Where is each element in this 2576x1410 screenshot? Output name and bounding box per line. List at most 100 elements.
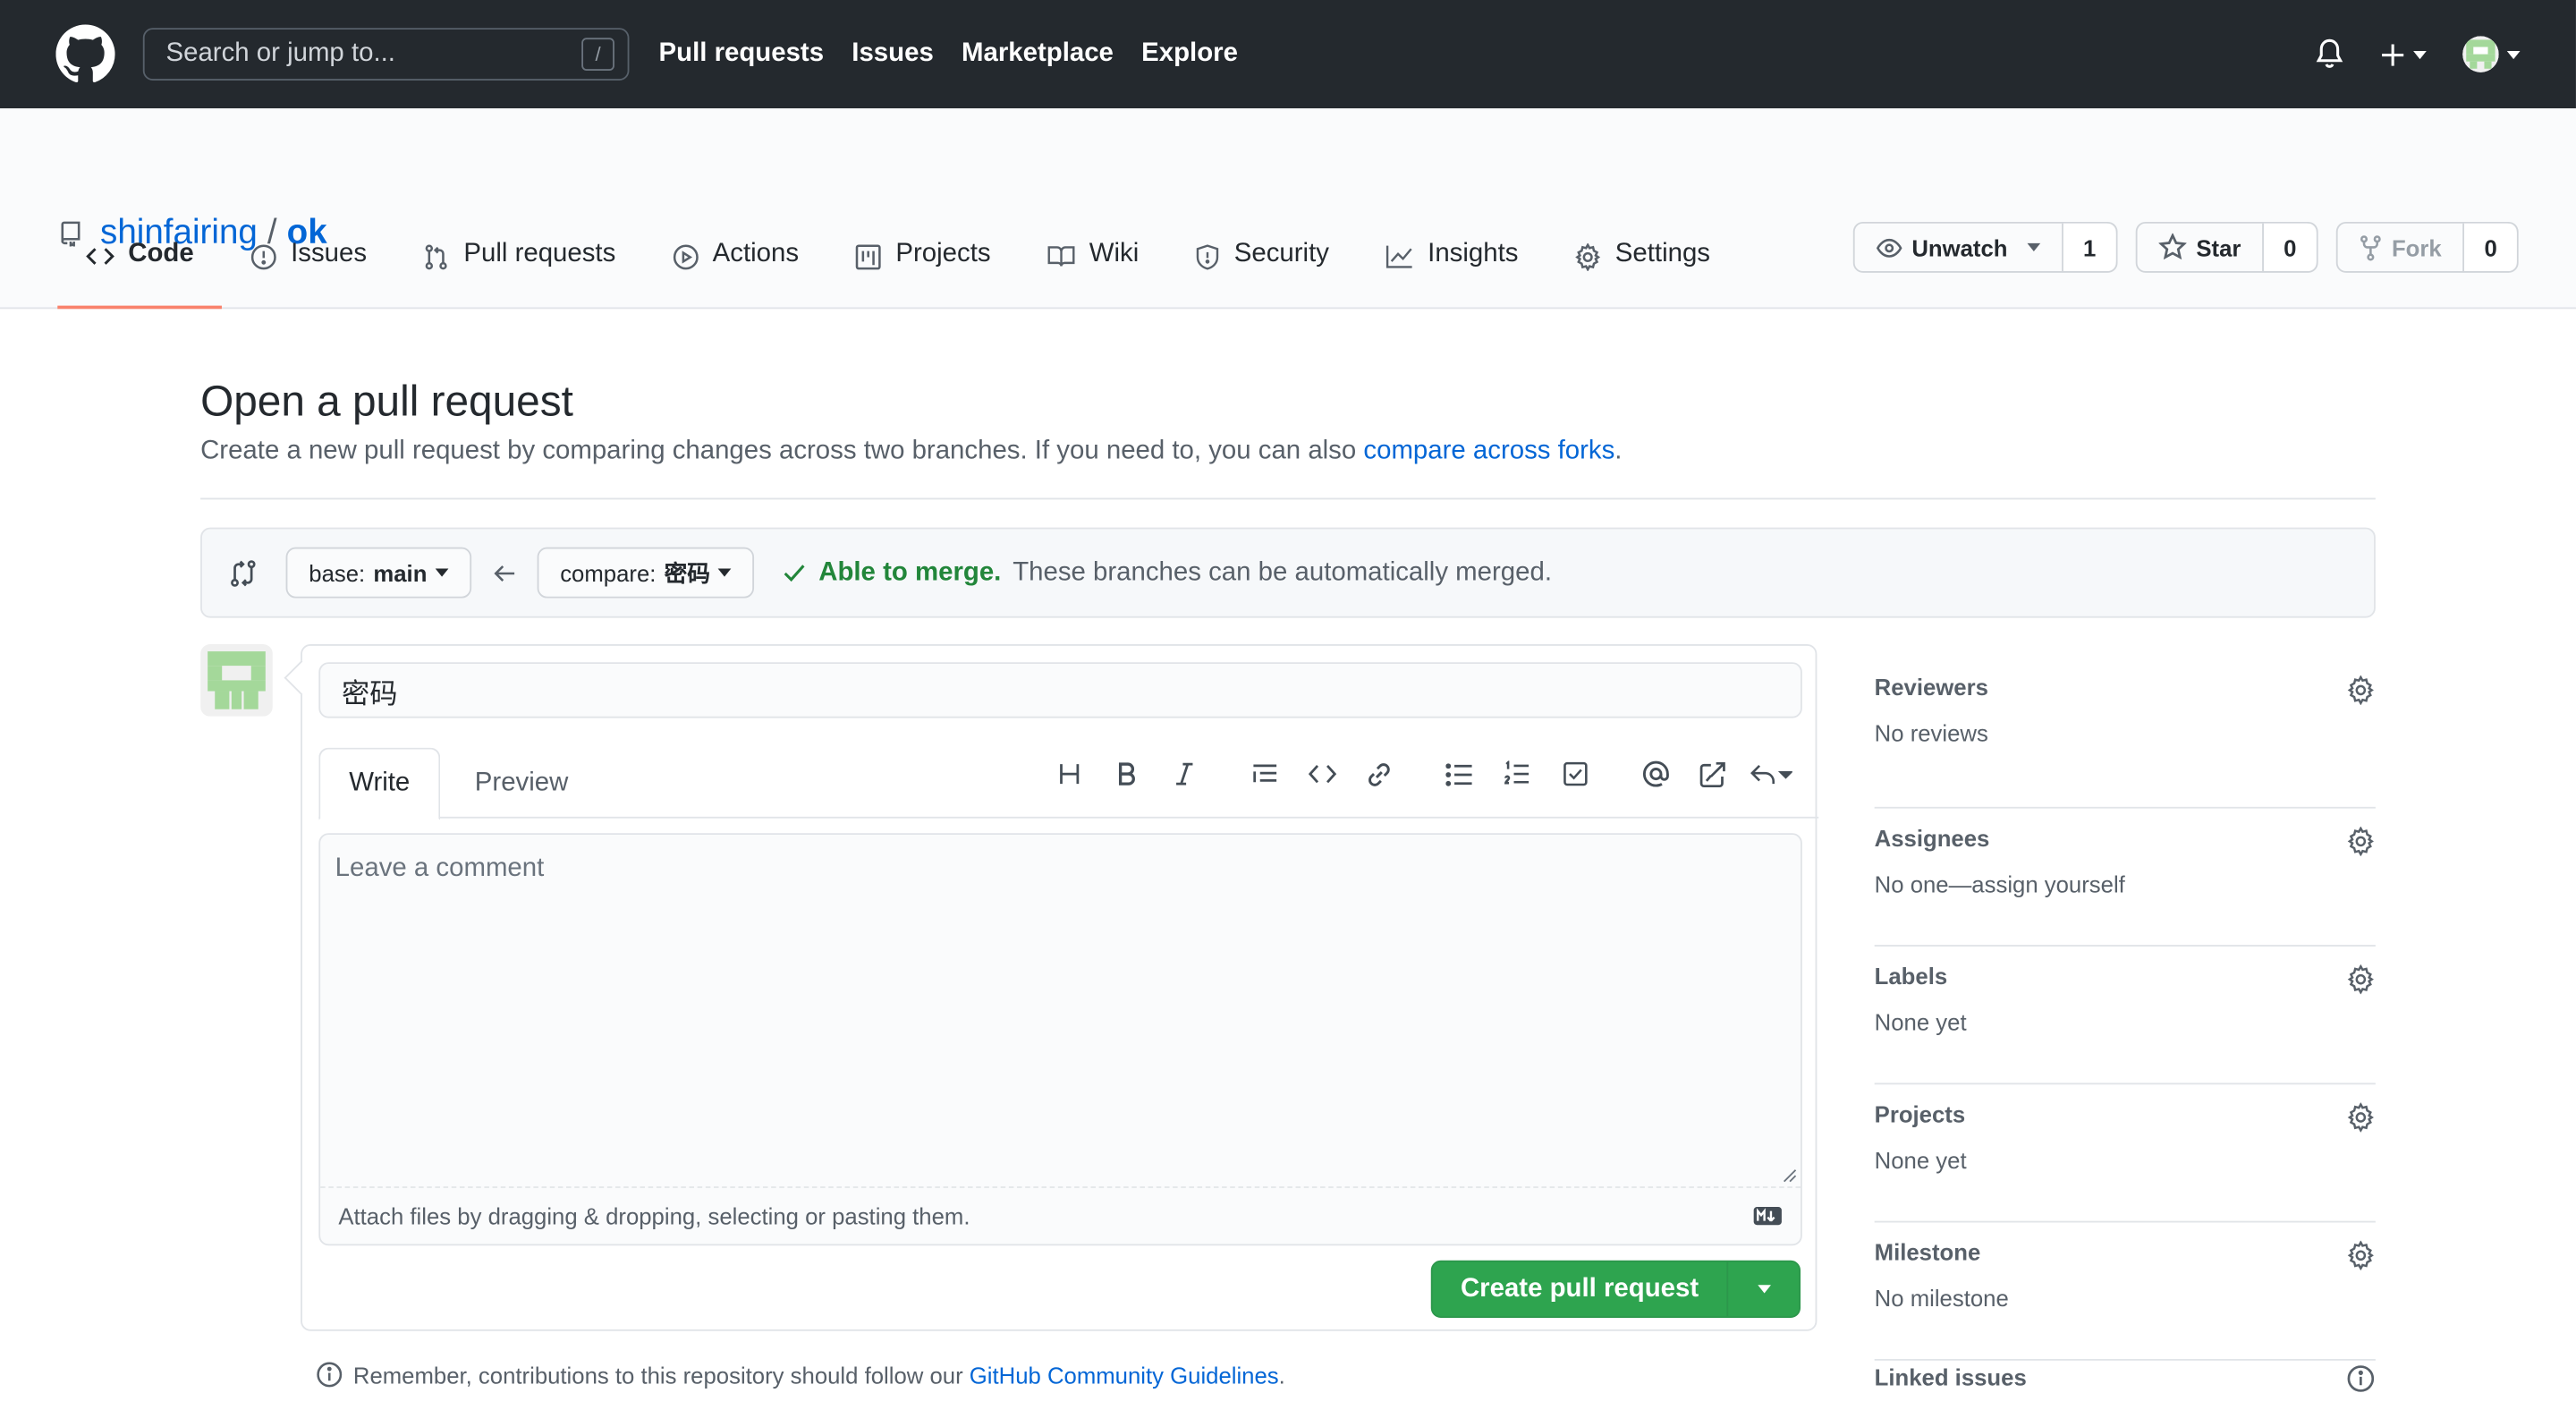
compare-value: 密码 [664,559,710,586]
tab-actions-label: Actions [712,240,800,268]
play-icon [673,244,699,270]
sidebar-item-labels: Labels None yet [1874,947,2376,1085]
sidebar-heading: Linked issues [1874,1363,2027,1390]
star-count[interactable]: 0 [2264,223,2317,272]
check-icon [784,565,806,582]
tab-preview[interactable]: Preview [475,769,569,799]
tab-write[interactable]: Write [318,747,441,820]
fork-icon [2360,234,2381,260]
unwatch-button[interactable]: Unwatch [1854,223,2063,272]
resize-handle-icon[interactable] [1781,1167,1797,1183]
chevron-down-icon [2413,50,2427,59]
compare-across-forks-link[interactable]: compare across forks [1363,437,1614,465]
code-icon[interactable] [1292,762,1350,786]
top-nav-pull-requests[interactable]: Pull requests [659,39,825,69]
unordered-list-icon[interactable] [1431,761,1488,786]
tab-settings[interactable]: Settings [1546,226,1739,309]
sidebar-item-milestone: Milestone No milestone [1874,1223,2376,1361]
watch-button-group: Unwatch 1 [1852,221,2118,273]
sidebar-item-assignees: Assignees No one—assign yourself [1874,809,2376,947]
tab-settings-label: Settings [1614,240,1710,268]
sidebar-heading: Reviewers [1874,674,1988,701]
chevron-down-icon [2506,50,2521,59]
gear-icon[interactable] [2346,675,2376,705]
watch-count[interactable]: 1 [2063,223,2116,272]
tab-security-label: Security [1233,240,1329,268]
info-icon [317,1362,343,1388]
create-pull-request-button-group: Create pull request [1430,1260,1801,1319]
merge-status-text: These branches can be automatically merg… [1013,557,1552,586]
git-compare-icon[interactable] [228,558,258,588]
compare-branch-select[interactable]: compare: 密码 [537,547,755,599]
fork-button-group: Fork 0 [2335,221,2519,273]
heading-icon[interactable] [1040,760,1097,786]
tab-actions[interactable]: Actions [644,226,827,309]
markdown-icon[interactable] [1753,1206,1783,1226]
chevron-down-icon [1757,1285,1771,1294]
create-new-dropdown[interactable] [2380,42,2427,67]
tab-security[interactable]: Security [1166,226,1357,309]
top-nav-explore[interactable]: Explore [1141,39,1238,69]
base-label: base: [309,559,366,586]
gear-icon[interactable] [2346,826,2376,856]
tab-wiki[interactable]: Wiki [1019,226,1167,309]
file-attachment-bar[interactable]: Attach files by dragging & dropping, sel… [320,1186,1801,1244]
avatar[interactable] [200,643,273,717]
link-icon[interactable] [1351,760,1408,787]
sidebar-item-reviewers: Reviewers No reviews [1874,670,2376,809]
avatar [2462,36,2499,72]
page-subtitle: Create a new pull request by comparing c… [200,437,2376,467]
italic-icon[interactable] [1155,760,1212,786]
tab-pull-requests[interactable]: Pull requests [394,226,643,309]
chevron-down-icon [2027,242,2041,252]
tab-insights-label: Insights [1428,240,1519,268]
create-pr-dropdown[interactable] [1726,1261,1799,1317]
repo-header: shinfairing / ok Unwatch 1 Star 0 Fork 0… [0,108,2576,310]
fork-label: Fork [2391,234,2442,261]
sidebar-value[interactable]: No one—assign yourself [1875,871,2376,896]
community-guidelines-link[interactable]: GitHub Community Guidelines [970,1362,1279,1388]
project-icon [856,244,882,270]
fork-count[interactable]: 0 [2464,223,2517,272]
top-nav-marketplace[interactable]: Marketplace [962,39,1114,69]
base-branch-select[interactable]: base: main [285,547,472,599]
eye-icon [1876,237,1902,257]
top-nav-issues[interactable]: Issues [852,39,933,69]
bell-icon[interactable] [2315,38,2344,71]
bold-icon[interactable] [1097,760,1155,786]
gear-icon[interactable] [2346,1240,2376,1270]
user-menu-dropdown[interactable] [2462,36,2521,72]
pr-title-input[interactable]: 密码 [318,662,1802,718]
github-logo-icon[interactable] [55,24,115,84]
merge-status: Able to merge. These branches can be aut… [783,558,1552,588]
reply-icon[interactable] [1741,760,1799,786]
quote-icon[interactable] [1235,760,1292,786]
comment-placeholder: Leave a comment [335,854,545,883]
sidebar-heading: Milestone [1874,1238,1981,1266]
create-pull-request-button[interactable]: Create pull request [1433,1262,1727,1317]
star-button-group: Star 0 [2135,221,2318,273]
tab-projects[interactable]: Projects [826,226,1019,309]
tab-projects-label: Projects [895,240,991,268]
sidebar-value: None yet [1874,1008,1967,1036]
star-icon [2158,233,2187,260]
tab-code[interactable]: Code [57,226,222,310]
mention-icon[interactable] [1626,760,1683,789]
search-input[interactable]: Search or jump to... / [142,28,630,81]
compare-label: compare: [560,559,657,586]
top-nav: Pull requests Issues Marketplace Explore [659,39,1267,69]
discussion-sidebar: Reviewers No reviews Assignees No one—as… [1874,670,2376,1361]
tasklist-icon[interactable] [1546,760,1603,786]
comment-textarea[interactable]: Leave a comment Attach files by dragging… [318,833,1802,1246]
gear-icon[interactable] [2346,1102,2376,1133]
star-button[interactable]: Star [2137,223,2265,272]
git-pull-request-icon [426,244,448,270]
info-icon[interactable] [2346,1363,2376,1393]
tab-insights[interactable]: Insights [1357,226,1546,309]
gear-icon[interactable] [2346,964,2376,995]
reference-icon[interactable] [1684,760,1741,787]
tab-issues[interactable]: Issues [222,226,394,309]
ordered-list-icon[interactable] [1488,760,1546,786]
base-value: main [373,559,428,586]
fork-button[interactable]: Fork [2337,223,2465,272]
